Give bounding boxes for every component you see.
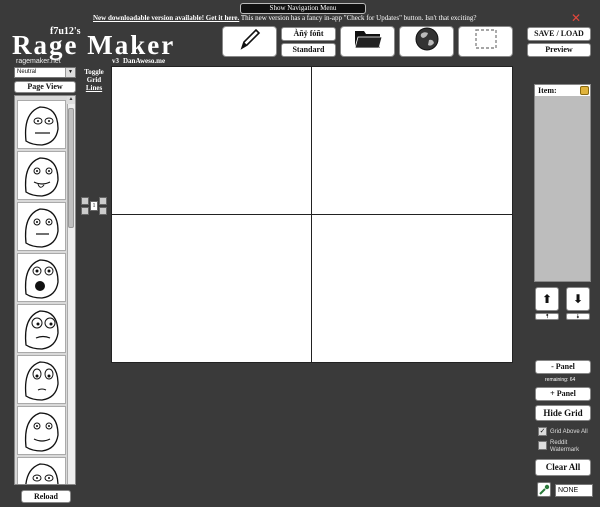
face-thumbnail[interactable] bbox=[17, 100, 66, 149]
remove-panel-button[interactable]: - Panel bbox=[535, 360, 591, 374]
scrollbar-thumb[interactable] bbox=[68, 108, 74, 228]
face-category-value: Neutral bbox=[17, 69, 37, 75]
open-folder-button[interactable] bbox=[340, 26, 395, 57]
update-notice: New downloadable version available! Get … bbox=[93, 14, 513, 22]
scroll-up-icon[interactable]: ▲ bbox=[67, 96, 75, 104]
pencil-icon bbox=[237, 26, 263, 57]
update-notice-text: This new version has a fancy in-app "Che… bbox=[239, 14, 477, 22]
zoom-out-bl-icon[interactable] bbox=[81, 207, 89, 215]
toggle-grid-line-2: Grid bbox=[86, 76, 102, 84]
zoom-control: 1 bbox=[80, 197, 108, 215]
grid-above-all-label: Grid Above All bbox=[550, 429, 588, 435]
standard-text-button[interactable]: Standard bbox=[281, 43, 336, 57]
reddit-watermark-label: Reddit Watermark bbox=[550, 440, 580, 453]
move-backward-button[interactable]: ⬇ bbox=[566, 287, 590, 311]
update-notice-link[interactable]: New downloadable version available! Get … bbox=[93, 14, 239, 22]
rage-face-icon bbox=[24, 106, 59, 146]
rage-face-icon bbox=[24, 412, 59, 452]
rage-face-icon bbox=[24, 259, 59, 299]
item-label: Item: bbox=[538, 86, 557, 95]
item-panel: Item: bbox=[534, 84, 591, 282]
toggle-grid-line-1: Toggle bbox=[84, 68, 104, 76]
reload-button[interactable]: Reload bbox=[21, 490, 71, 503]
zoom-out-br-icon[interactable] bbox=[99, 207, 107, 215]
rage-face-icon bbox=[24, 310, 59, 350]
page-view-button[interactable]: Page View bbox=[14, 81, 76, 93]
globe-icon bbox=[414, 26, 440, 57]
grid-above-all-checkbox[interactable]: ✓ bbox=[538, 427, 547, 436]
arrow-up-icon: ⬆ bbox=[541, 292, 553, 306]
add-panel-button[interactable]: + Panel bbox=[535, 387, 591, 401]
to-top-icon: ⯭ bbox=[545, 314, 549, 320]
face-library-scrollbar[interactable]: ▲ bbox=[67, 96, 75, 484]
face-thumbnail[interactable] bbox=[17, 355, 66, 404]
face-thumbnail[interactable] bbox=[17, 202, 66, 251]
clear-all-button[interactable]: Clear All bbox=[535, 459, 591, 476]
grid-line-horizontal bbox=[111, 214, 513, 215]
save-load-button[interactable]: SAVE / LOAD bbox=[527, 27, 591, 41]
lock-icon[interactable] bbox=[580, 86, 589, 95]
arrow-down-icon: ⬇ bbox=[572, 292, 584, 306]
face-library-panel: ▲ bbox=[14, 95, 76, 485]
eyedropper-icon bbox=[539, 484, 550, 495]
reddit-watermark-checkbox[interactable] bbox=[538, 441, 547, 450]
rage-face-icon bbox=[24, 157, 59, 197]
rage-face-icon bbox=[25, 463, 59, 484]
face-thumbnail[interactable] bbox=[17, 151, 66, 200]
move-forward-button[interactable]: ⬆ bbox=[535, 287, 559, 311]
send-to-back-button[interactable]: ⯯ bbox=[566, 313, 590, 320]
rage-face-icon bbox=[24, 208, 59, 248]
folder-icon bbox=[353, 27, 383, 56]
hide-grid-button[interactable]: Hide Grid bbox=[535, 405, 591, 421]
face-thumbnail[interactable] bbox=[17, 406, 66, 455]
item-header: Item: bbox=[535, 85, 590, 96]
zoom-value: 1 bbox=[90, 201, 98, 211]
web-image-button[interactable] bbox=[399, 26, 454, 57]
face-thumbnail[interactable] bbox=[17, 457, 66, 484]
toggle-grid-lines-link[interactable]: Toggle Grid Lines bbox=[82, 68, 106, 92]
face-thumbnail[interactable] bbox=[17, 253, 66, 302]
any-font-button[interactable]: Àñÿ fóñt bbox=[281, 27, 336, 41]
site-name: ragemaker.net bbox=[16, 58, 61, 65]
panels-remaining-text: remaining: 64 bbox=[545, 377, 576, 383]
toggle-grid-line-3: Lines bbox=[85, 84, 103, 92]
chevron-down-icon: ▼ bbox=[65, 68, 75, 77]
color-picker-button[interactable] bbox=[537, 482, 551, 497]
preview-button[interactable]: Preview bbox=[527, 43, 591, 57]
face-thumbnail[interactable] bbox=[17, 304, 66, 353]
dashed-selection-icon bbox=[473, 27, 499, 56]
author-link[interactable]: DanAweso.me bbox=[123, 57, 165, 65]
version-label: v3 bbox=[112, 57, 119, 65]
select-region-button[interactable] bbox=[458, 26, 513, 57]
rage-face-icon bbox=[24, 361, 59, 401]
show-navigation-menu-button[interactable]: Show Navigation Menu bbox=[240, 3, 366, 14]
pencil-tool-button[interactable] bbox=[222, 26, 277, 57]
zoom-in-tl-icon[interactable] bbox=[81, 197, 89, 205]
face-category-select[interactable]: Neutral ▼ bbox=[14, 67, 76, 78]
color-value-field[interactable]: NONE bbox=[555, 484, 593, 497]
bring-to-front-button[interactable]: ⯭ bbox=[535, 313, 559, 320]
close-icon[interactable]: ✕ bbox=[571, 12, 583, 24]
zoom-in-tr-icon[interactable] bbox=[99, 197, 107, 205]
to-bottom-icon: ⯯ bbox=[576, 314, 580, 320]
